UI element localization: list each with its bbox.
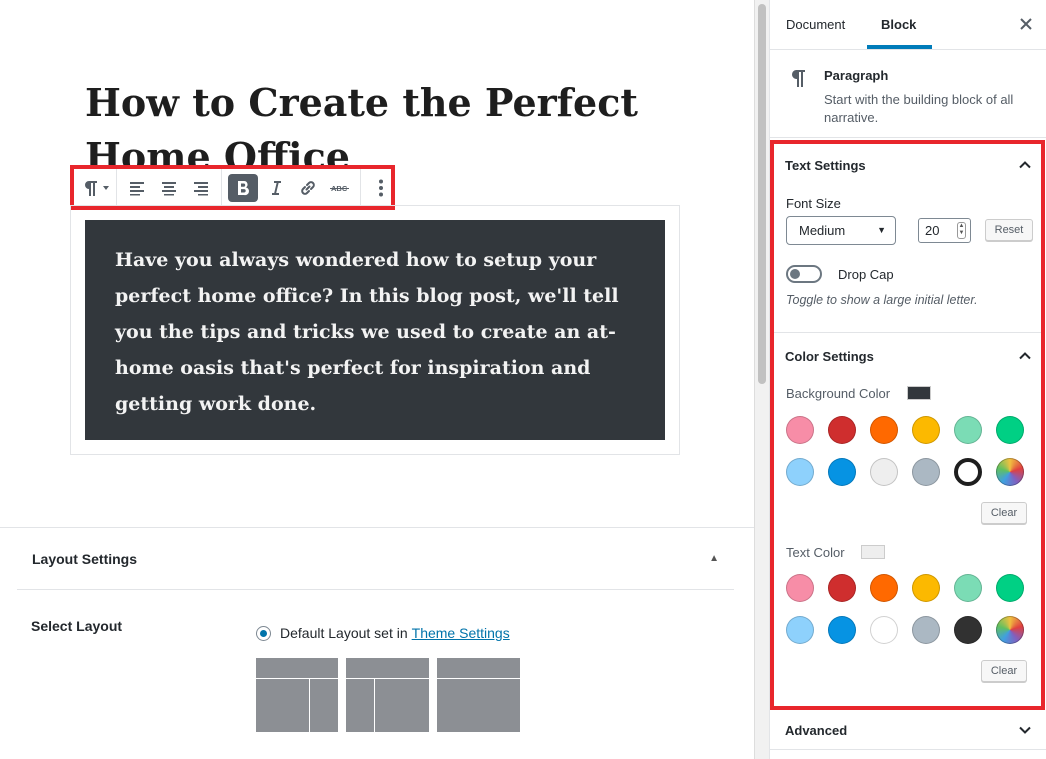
toolbar-group-more [361,169,401,206]
settings-sidebar: Document Block Paragraph Start with the … [769,0,1046,759]
color-swatch[interactable] [786,616,814,644]
radio-selected-dot [260,629,267,637]
layout-divider [374,678,375,732]
active-tab-indicator [867,45,932,49]
layout-divider [346,678,429,679]
paragraph-transform-button[interactable] [80,174,110,202]
align-right-button[interactable] [187,174,215,202]
caret-up-icon[interactable]: ▲ [709,553,719,564]
color-swatch[interactable] [828,574,856,602]
paragraph-text[interactable]: Have you always wondered how to setup yo… [115,242,635,422]
layout-divider [309,678,310,732]
italic-icon [272,180,281,195]
align-center-button[interactable] [155,174,183,202]
toolbar-group-format: ABC [222,169,361,206]
align-left-button[interactable] [123,174,151,202]
editor-canvas: How to Create the Perfect Home Office AB… [0,0,754,759]
color-swatch[interactable] [786,458,814,486]
color-swatch[interactable] [870,574,898,602]
block-description: Start with the building block of all nar… [824,92,1014,125]
post-title[interactable]: How to Create the Perfect Home Office [85,76,645,176]
default-layout-option[interactable]: Default Layout set in Theme Settings [256,625,510,641]
layout-option-left-sidebar[interactable] [346,658,429,732]
color-swatch[interactable] [870,416,898,444]
default-layout-radio[interactable] [256,625,271,641]
link-button[interactable] [294,174,322,202]
tab-block[interactable]: Block [881,0,916,50]
strikethrough-button[interactable]: ABC [326,174,354,202]
link-icon [301,180,315,195]
color-swatch[interactable] [786,416,814,444]
more-vertical-icon [379,179,383,196]
layout-divider [256,678,338,679]
editor-scrollbar[interactable] [754,0,769,759]
paragraph-block[interactable]: Have you always wondered how to setup yo… [70,205,680,455]
close-sidebar-button[interactable] [1020,15,1032,35]
color-swatch[interactable] [996,458,1024,486]
theme-settings-link[interactable]: Theme Settings [412,625,510,641]
color-swatch[interactable] [828,616,856,644]
strikethrough-icon: ABC [330,184,349,193]
sidebar-tabs: Document Block [770,0,1046,50]
select-layout-label: Select Layout [31,618,123,634]
tab-document[interactable]: Document [786,0,845,50]
toolbar-group-transform [74,169,117,206]
color-swatch[interactable] [912,416,940,444]
color-swatch[interactable] [828,458,856,486]
layout-settings-header[interactable]: Layout Settings ▲ [17,528,734,590]
close-icon [1020,18,1032,30]
bold-icon [238,180,250,195]
color-swatch[interactable] [954,458,982,486]
color-swatch[interactable] [786,574,814,602]
chevron-down-icon[interactable] [1018,723,1032,737]
color-swatch[interactable] [912,574,940,602]
more-options-button[interactable] [367,174,395,202]
layout-settings-panel: Layout Settings ▲ Select Layout Default … [0,527,754,759]
scrollbar-thumb[interactable] [758,4,766,384]
default-layout-text: Default Layout set in [280,625,408,641]
align-right-icon [194,181,208,195]
advanced-title: Advanced [785,723,848,738]
block-card: Paragraph Start with the building block … [770,50,1046,138]
italic-button[interactable] [262,174,290,202]
color-swatch[interactable] [870,616,898,644]
bold-button[interactable] [228,173,258,202]
color-swatch[interactable] [996,616,1024,644]
block-name: Paragraph [824,68,889,83]
align-center-icon [162,181,176,195]
block-toolbar: ABC [70,165,395,210]
color-swatch[interactable] [996,416,1024,444]
layout-divider [437,678,520,679]
color-swatch[interactable] [954,574,982,602]
layout-settings-title: Layout Settings [32,550,138,567]
chevron-down-icon [103,185,109,190]
align-left-icon [130,181,144,195]
layout-option-full-width[interactable] [437,658,520,732]
color-swatch[interactable] [870,458,898,486]
paragraph-icon [85,180,97,196]
paragraph-icon [791,70,805,87]
toolbar-group-align [117,169,222,206]
color-swatch[interactable] [954,616,982,644]
advanced-panel-header[interactable]: Advanced [770,710,1046,750]
color-swatch[interactable] [828,416,856,444]
color-swatch[interactable] [996,574,1024,602]
color-swatch[interactable] [912,616,940,644]
paragraph-block-content[interactable]: Have you always wondered how to setup yo… [85,220,665,440]
color-swatch[interactable] [954,416,982,444]
color-swatch[interactable] [912,458,940,486]
layout-option-right-sidebar[interactable] [256,658,338,732]
